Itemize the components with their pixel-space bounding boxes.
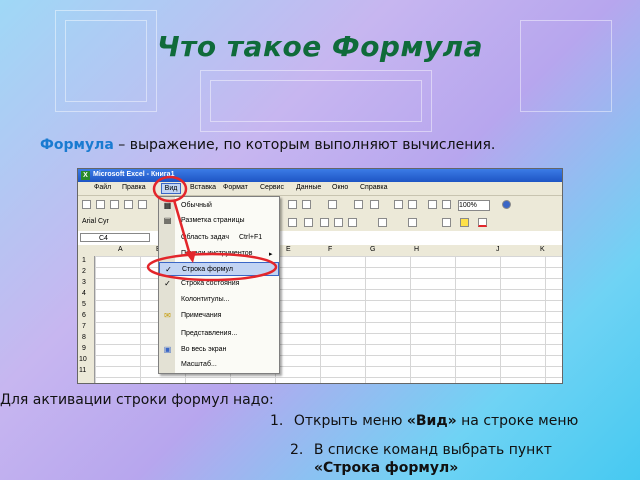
step-2-bold: «Строка формул» <box>314 460 459 476</box>
step-1-bold: «Вид» <box>406 413 457 429</box>
annotation-arrowhead <box>185 251 196 263</box>
annotation-arrow <box>172 199 192 256</box>
step-2-text: В списке команд выбрать пункт <box>313 442 552 458</box>
step-1-text-end: на строке меню <box>456 413 579 429</box>
step-1: 1. Открыть меню «Вид» на строке меню <box>270 413 578 429</box>
step-2-bold-line: «Строка формул» <box>314 460 458 476</box>
annotation-circle-formula-bar <box>146 252 278 282</box>
step-1-number: 1. <box>270 413 284 429</box>
annotation-circle-view <box>152 175 188 203</box>
step-2: 2. В списке команд выбрать пункт <box>290 442 552 458</box>
annotation-overlay <box>146 175 278 282</box>
step-1-text: Открыть меню <box>293 413 407 429</box>
activation-text: Для активации строки формул надо: <box>0 392 274 408</box>
step-2-number: 2. <box>290 442 304 458</box>
